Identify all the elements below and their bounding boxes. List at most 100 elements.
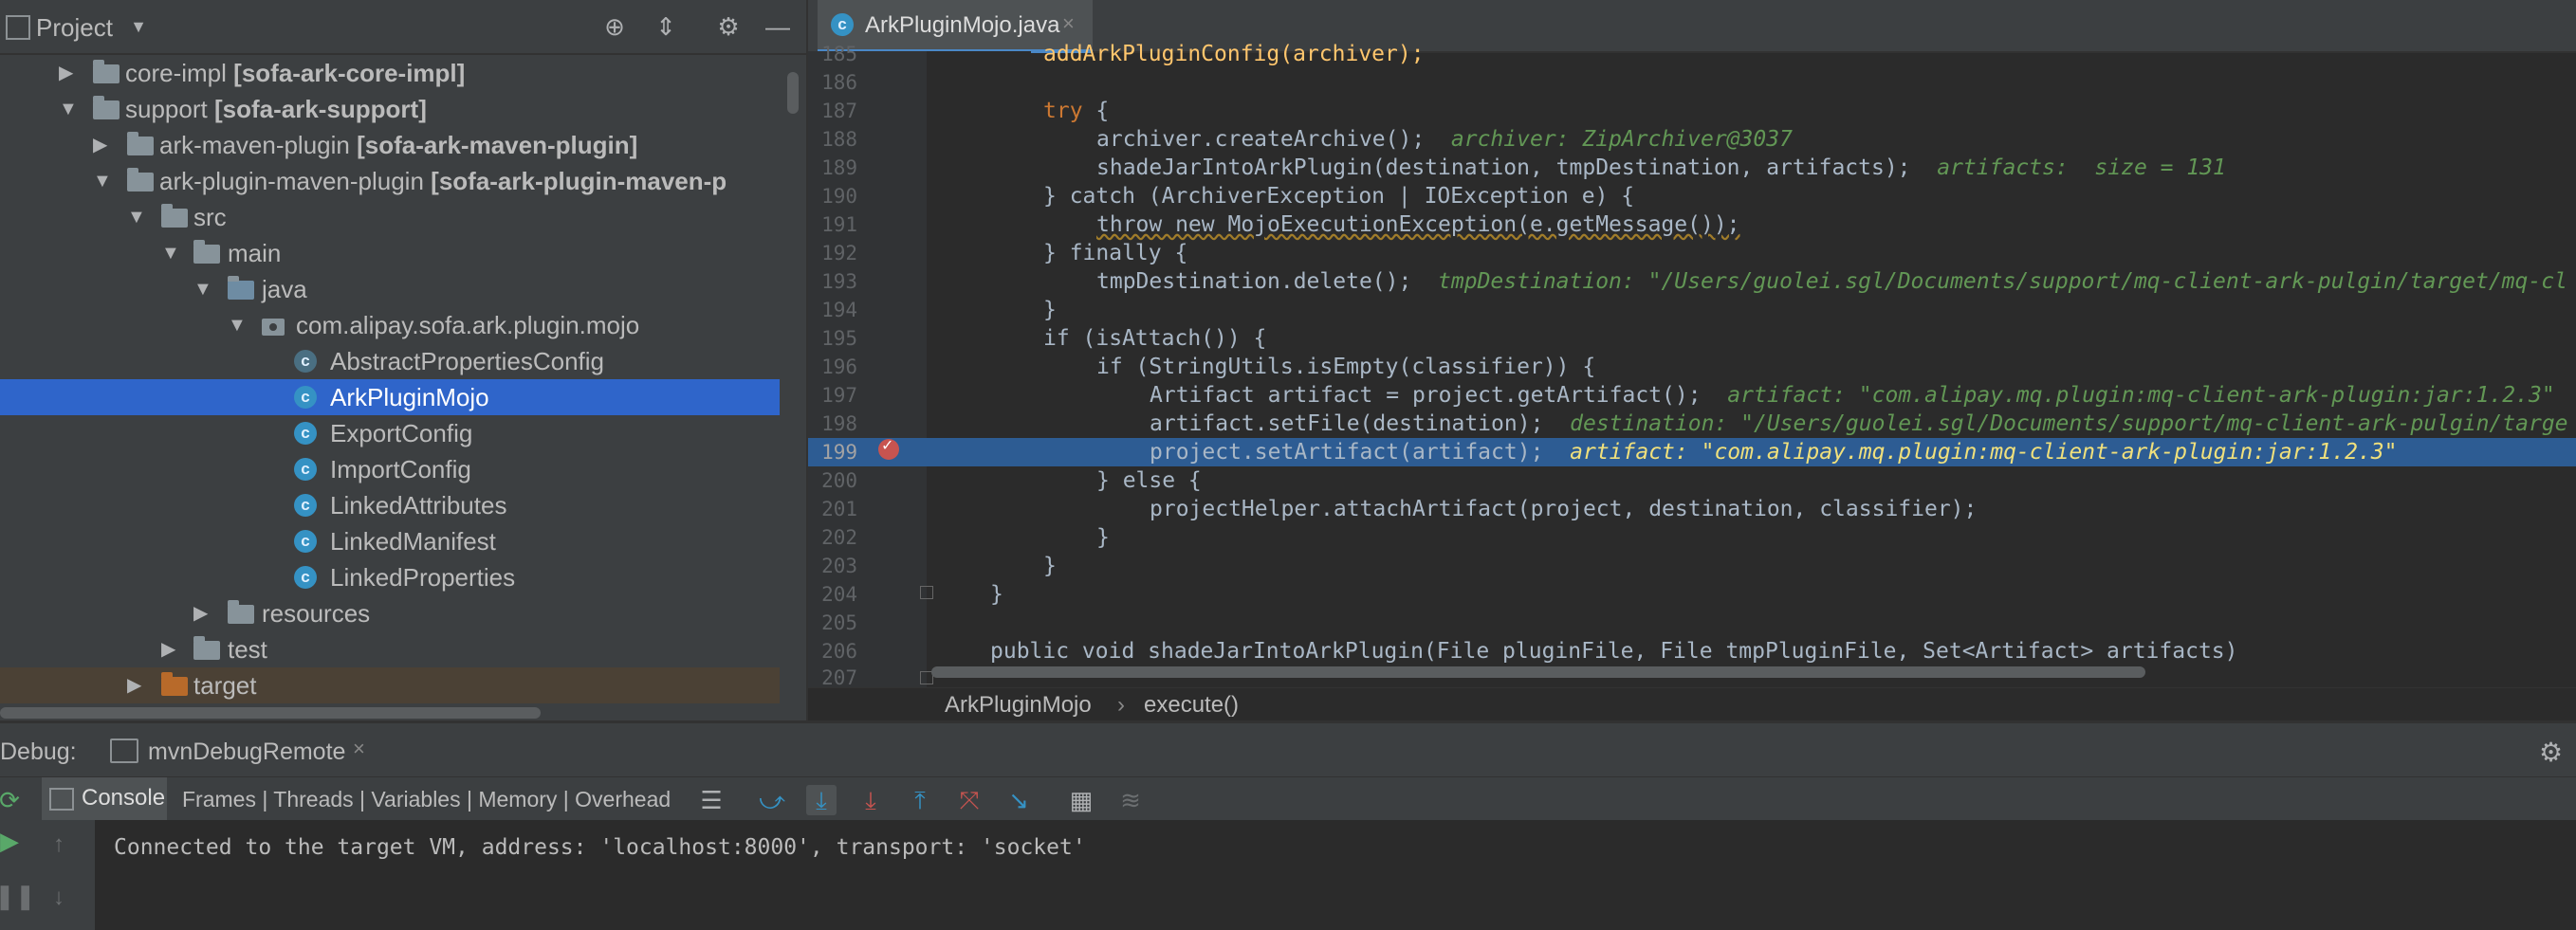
debug-tab-bar: Debug: mvnDebugRemote × ⚙ <box>0 731 2576 769</box>
menu-icon[interactable]: ☰ <box>696 785 727 815</box>
close-icon[interactable]: × <box>353 737 365 761</box>
tree-item-export-config[interactable]: c ExportConfig <box>0 415 780 451</box>
tree-item-label: test <box>228 635 267 664</box>
collapse-icon[interactable]: ▼ <box>193 271 212 307</box>
tree-item-ark-plugin-maven-plugin[interactable]: ▼ ark-plugin-maven-plugin [sofa-ark-plug… <box>0 163 780 199</box>
gear-icon[interactable]: ⚙ <box>715 13 742 40</box>
code-text: throw new MojoExecutionException(e.getMe… <box>1096 212 1740 237</box>
tree-item-main[interactable]: ▼ main <box>0 235 780 271</box>
tree-item-test[interactable]: ▶ test <box>0 631 780 667</box>
source-folder-icon <box>228 276 254 300</box>
horizontal-scrollbar[interactable] <box>931 666 2145 678</box>
resume-icon[interactable]: ▶ <box>0 826 25 856</box>
gear-icon[interactable]: ⚙ <box>2539 737 2563 768</box>
vertical-scrollbar[interactable] <box>787 72 799 114</box>
debugger-tabs[interactable]: Frames | Threads | Variables | Memory | … <box>182 787 671 812</box>
line-number: 203 <box>821 555 857 577</box>
evaluate-expression-icon[interactable]: ▦ <box>1066 785 1096 815</box>
tree-item-package[interactable]: ▼ com.alipay.sofa.ark.plugin.mojo <box>0 307 780 343</box>
console-icon <box>49 788 74 811</box>
tree-item-src[interactable]: ▼ src <box>0 199 780 235</box>
breadcrumb-separator: › <box>1117 692 1125 718</box>
tree-item-resources[interactable]: ▶ resources <box>0 595 780 631</box>
tree-item-label: ark-plugin-maven-plugin [sofa-ark-plugin… <box>159 167 727 195</box>
class-icon: c <box>294 386 317 409</box>
tree-item-linked-properties[interactable]: c LinkedProperties <box>0 559 780 595</box>
code-text: if (isAttach()) { <box>1043 326 1267 351</box>
breakpoint-icon[interactable] <box>878 436 899 460</box>
tree-item-ark-plugin-mojo[interactable]: c ArkPluginMojo <box>0 379 780 415</box>
horizontal-scrollbar[interactable] <box>0 707 541 719</box>
hide-icon[interactable]: — <box>764 13 791 40</box>
collapse-icon[interactable]: ▼ <box>127 199 146 235</box>
class-icon: c <box>294 494 317 517</box>
tree-item-label: support [sofa-ark-support] <box>125 95 427 123</box>
tree-item-support[interactable]: ▼ support [sofa-ark-support] <box>0 91 780 127</box>
drop-frame-icon[interactable]: ⤧ <box>954 785 984 815</box>
breadcrumb-method[interactable]: execute() <box>1144 688 1239 721</box>
pause-icon[interactable]: ❚❚ <box>0 881 36 911</box>
line-number: 194 <box>821 299 857 321</box>
expand-icon[interactable]: ▶ <box>59 55 78 91</box>
code-editor[interactable]: c ArkPluginMojo.java × 185 addArkPluginCo… <box>808 0 2576 687</box>
tree-item-import-config[interactable]: c ImportConfig <box>0 451 780 487</box>
code-line: 194} <box>808 296 2576 324</box>
tab-console[interactable]: Console <box>42 777 167 821</box>
collapse-all-icon[interactable]: ⇕ <box>653 13 679 40</box>
tree-item-abstract-properties-config[interactable]: c AbstractPropertiesConfig <box>0 343 780 379</box>
step-into-icon[interactable]: ⤓ <box>856 785 886 815</box>
collapse-icon[interactable]: ▼ <box>161 235 180 271</box>
code-text: project.setArtifact(artifact); artifact:… <box>1150 440 2398 465</box>
package-icon <box>262 319 285 336</box>
trace-icon[interactable]: ≋ <box>1115 785 1146 815</box>
tree-item-java[interactable]: ▼ java <box>0 271 780 307</box>
module-folder-icon <box>127 168 154 191</box>
collapse-icon[interactable]: ▼ <box>93 163 112 199</box>
close-icon[interactable]: × <box>1062 11 1075 36</box>
code-text: addArkPluginConfig(archiver); <box>1043 42 1425 66</box>
inline-debug-value: artifacts: size = 131 <box>1937 155 2226 180</box>
tree-item-target[interactable]: ▶ target <box>0 667 780 703</box>
expand-icon[interactable]: ▶ <box>93 127 112 163</box>
tree-item-label: ark-maven-plugin [sofa-ark-maven-plugin] <box>159 131 638 159</box>
expand-icon[interactable]: ▶ <box>161 631 180 667</box>
line-number: 200 <box>821 469 857 492</box>
collapse-icon[interactable]: ▼ <box>59 91 78 127</box>
inline-debug-value: tmpDestination: "/Users/guolei.sgl/Docum… <box>1438 269 2567 294</box>
fold-icon[interactable] <box>920 586 933 599</box>
run-to-cursor-icon[interactable]: ↘ <box>1003 785 1034 815</box>
abstract-class-icon: c <box>294 350 317 373</box>
line-number: 190 <box>821 185 857 208</box>
tree-item-label: com.alipay.sofa.ark.plugin.mojo <box>296 311 640 339</box>
expand-icon[interactable]: ▶ <box>193 595 212 631</box>
code-line: 192} finally { <box>808 239 2576 267</box>
project-title[interactable]: Project <box>36 13 113 43</box>
expand-icon[interactable]: ▶ <box>127 667 146 703</box>
step-out-icon[interactable]: ⤒ <box>905 785 935 815</box>
rerun-icon[interactable]: ⟳ <box>0 785 25 815</box>
locate-icon[interactable]: ⊕ <box>601 13 628 40</box>
step-over-icon[interactable]: ⤓ <box>806 785 837 815</box>
arrow-down-icon[interactable]: ↓ <box>53 884 64 911</box>
code-text: } <box>1096 525 1110 550</box>
collapse-icon[interactable]: ▼ <box>228 307 247 343</box>
project-view-icon <box>6 15 30 40</box>
project-panel: Project ▼ ⊕ ⇕ ⚙ — ▶ core-impl [sofa-ark-… <box>0 0 806 720</box>
code-text: archiver.createArchive(); archiver: ZipA… <box>1096 127 1793 152</box>
module-folder-icon <box>93 96 120 119</box>
dropdown-icon[interactable]: ▼ <box>125 13 152 40</box>
code-text: } <box>1043 298 1057 322</box>
tree-item-linked-attributes[interactable]: c LinkedAttributes <box>0 487 780 523</box>
tree-item-core-impl[interactable]: ▶ core-impl [sofa-ark-core-impl] <box>0 55 780 91</box>
tree-item-linked-manifest[interactable]: c LinkedManifest <box>0 523 780 559</box>
breadcrumb: ArkPluginMojo › execute() <box>808 687 2576 721</box>
excluded-folder-icon <box>161 672 188 696</box>
inline-debug-value: destination: "/Users/guolei.sgl/Document… <box>1570 411 2568 436</box>
arrow-up-icon[interactable]: ↑ <box>53 831 64 858</box>
tree-item-label: target <box>193 671 257 700</box>
show-execution-point-icon[interactable]: ⤻ <box>757 785 787 815</box>
tree-item-ark-maven-plugin[interactable]: ▶ ark-maven-plugin [sofa-ark-maven-plugi… <box>0 127 780 163</box>
breadcrumb-class[interactable]: ArkPluginMojo <box>945 688 1092 721</box>
folder-icon <box>193 636 220 660</box>
inline-debug-value: artifact: "com.alipay.mq.plugin:mq-clien… <box>1570 440 2398 465</box>
